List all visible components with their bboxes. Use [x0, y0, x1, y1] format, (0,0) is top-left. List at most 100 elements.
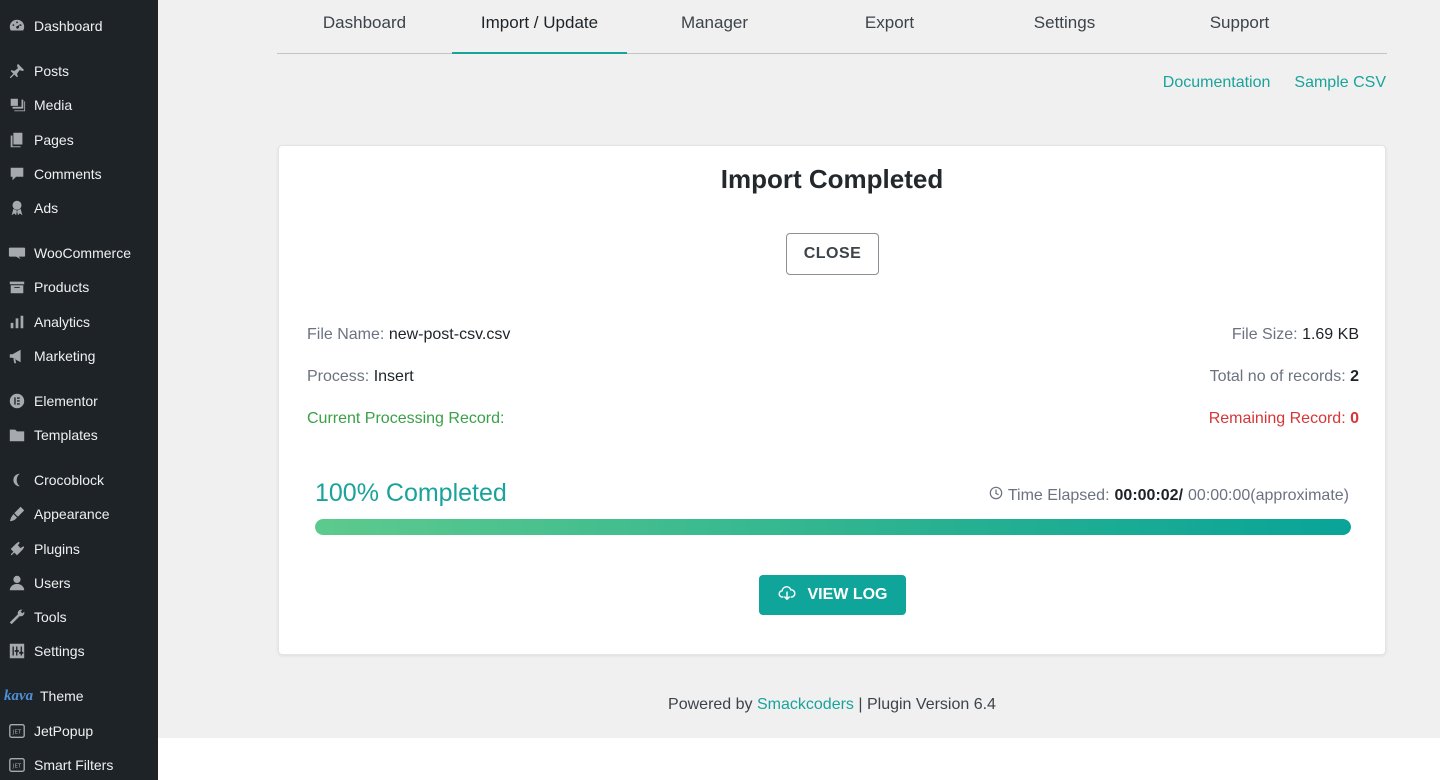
- sidebar-item-label: Media: [34, 97, 73, 113]
- sidebar-item-woocommerce[interactable]: WooCommerce: [0, 236, 158, 270]
- sidebar-item-label: Theme: [40, 688, 84, 704]
- remaining-record-label: Remaining Record:: [1208, 410, 1346, 427]
- smackcoders-link[interactable]: Smackcoders: [757, 696, 854, 713]
- sidebar-item-label: Comments: [34, 166, 102, 182]
- tab-settings[interactable]: Settings: [977, 0, 1152, 54]
- sidebar-item-label: Users: [34, 575, 71, 591]
- sidebar-item-products[interactable]: Products: [0, 270, 158, 304]
- media-icon: [0, 96, 34, 114]
- sidebar-item-settings[interactable]: Settings: [0, 634, 158, 668]
- sidebar-item-marketing[interactable]: Marketing: [0, 339, 158, 373]
- close-button[interactable]: CLOSE: [786, 233, 879, 275]
- user-icon: [0, 574, 34, 592]
- footer-version: | Plugin Version 6.4: [858, 696, 996, 713]
- tab-export[interactable]: Export: [802, 0, 977, 54]
- sidebar-item-label: Products: [34, 279, 90, 295]
- sidebar-item-label: Ads: [34, 200, 59, 216]
- sidebar-item-label: Dashboard: [34, 18, 103, 34]
- tab-import-update[interactable]: Import / Update: [452, 0, 627, 54]
- sidebar-item-label: Settings: [34, 643, 85, 659]
- sidebar-item-label: Analytics: [34, 314, 91, 330]
- brush-icon: [0, 505, 34, 523]
- sidebar-item-tools[interactable]: Tools: [0, 600, 158, 634]
- process-label: Process:: [307, 368, 370, 385]
- info-row-process: Process: Insert Total no of records: 2: [307, 368, 1359, 386]
- plugin-tab-bar: Dashboard Import / Update Manager Export…: [277, 0, 1387, 54]
- sidebar-item-plugins[interactable]: Plugins: [0, 532, 158, 566]
- sidebar-item-comments[interactable]: Comments: [0, 157, 158, 191]
- file-name-info: File Name: new-post-csv.csv: [307, 326, 510, 344]
- file-size-label: File Size:: [1231, 326, 1298, 343]
- view-log-label: VIEW LOG: [807, 586, 888, 603]
- plug-icon: [0, 540, 34, 558]
- sidebar-item-dashboard[interactable]: Dashboard: [0, 9, 158, 43]
- time-elapsed: Time Elapsed: 00:00:02/ 00:00:00(approxi…: [989, 486, 1349, 505]
- jet-icon: JET: [0, 722, 34, 740]
- total-records-label: Total no of records:: [1209, 368, 1346, 385]
- time-approximate: 00:00:00(approximate): [1188, 486, 1349, 504]
- file-size-info: File Size: 1.69 KB: [1232, 326, 1359, 344]
- pin-icon: [0, 62, 34, 80]
- process-value: Insert: [373, 368, 414, 385]
- tab-dashboard[interactable]: Dashboard: [277, 0, 452, 54]
- total-records-value: 2: [1350, 368, 1359, 385]
- sidebar-item-label: JetPopup: [34, 723, 94, 739]
- remaining-record-value: 0: [1350, 410, 1359, 427]
- woo-icon: [0, 244, 34, 262]
- sidebar-item-theme[interactable]: kava Theme: [0, 679, 158, 713]
- documentation-link[interactable]: Documentation: [1163, 74, 1271, 92]
- view-log-button[interactable]: VIEW LOG: [759, 575, 906, 615]
- wrench-icon: [0, 608, 34, 626]
- process-info: Process: Insert: [307, 368, 414, 386]
- sidebar-item-pages[interactable]: Pages: [0, 123, 158, 157]
- sample-csv-link[interactable]: Sample CSV: [1294, 74, 1386, 92]
- svg-text:JET: JET: [12, 764, 22, 770]
- sidebar-item-templates[interactable]: Templates: [0, 418, 158, 452]
- sidebar-item-label: WooCommerce: [34, 245, 131, 261]
- sidebar-item-label: Pages: [34, 132, 74, 148]
- sidebar-item-label: Plugins: [34, 541, 80, 557]
- sidebar-item-smart-filters[interactable]: JET Smart Filters: [0, 748, 158, 780]
- elementor-icon: [0, 392, 34, 410]
- tab-manager[interactable]: Manager: [627, 0, 802, 54]
- sidebar-item-label: Marketing: [34, 348, 96, 364]
- sidebar-item-appearance[interactable]: Appearance: [0, 497, 158, 531]
- sidebar-item-label: Tools: [34, 609, 67, 625]
- sidebar-item-posts[interactable]: Posts: [0, 54, 158, 88]
- clock-icon: [989, 486, 1003, 505]
- archive-icon: [0, 278, 34, 296]
- cloud-download-icon: [777, 584, 796, 607]
- time-elapsed-value: 00:00:02/: [1114, 486, 1184, 504]
- tab-support[interactable]: Support: [1152, 0, 1327, 54]
- sidebar-item-jetpopup[interactable]: JET JetPopup: [0, 714, 158, 748]
- sidebar-item-label: Templates: [34, 427, 98, 443]
- sidebar-item-analytics[interactable]: Analytics: [0, 305, 158, 339]
- help-links: Documentation Sample CSV: [1163, 74, 1386, 92]
- sidebar-item-media[interactable]: Media: [0, 88, 158, 122]
- sidebar-item-users[interactable]: Users: [0, 566, 158, 600]
- remaining-record-info: Remaining Record: 0: [1209, 410, 1359, 428]
- file-name-label: File Name:: [307, 326, 385, 343]
- sidebar-item-label: Posts: [34, 63, 70, 79]
- sidebar-item-label: Smart Filters: [34, 757, 114, 773]
- sidebar-item-elementor[interactable]: Elementor: [0, 384, 158, 418]
- footer-prefix: Powered by: [668, 696, 753, 713]
- sidebar-item-crocoblock[interactable]: Crocoblock: [0, 463, 158, 497]
- card-title: Import Completed: [720, 164, 944, 194]
- kava-logo-icon: kava: [4, 687, 34, 704]
- current-record-label: Current Processing Record:: [307, 410, 505, 427]
- bar-chart-icon: [0, 313, 34, 331]
- current-record-info: Current Processing Record:: [307, 410, 504, 428]
- file-size-value: 1.69 KB: [1302, 326, 1359, 343]
- comments-icon: [0, 165, 34, 183]
- total-records-info: Total no of records: 2: [1210, 368, 1359, 386]
- progress-bar-fill: [315, 519, 1351, 535]
- megaphone-icon: [0, 347, 34, 365]
- info-row-file: File Name: new-post-csv.csv File Size: 1…: [307, 326, 1359, 344]
- sidebar-item-label: Appearance: [34, 506, 110, 522]
- folder-icon: [0, 426, 34, 444]
- file-name-value: new-post-csv.csv: [388, 326, 511, 343]
- sidebar-item-ads[interactable]: Ads: [0, 191, 158, 225]
- progress-bar: [315, 519, 1351, 535]
- award-icon: [0, 199, 34, 217]
